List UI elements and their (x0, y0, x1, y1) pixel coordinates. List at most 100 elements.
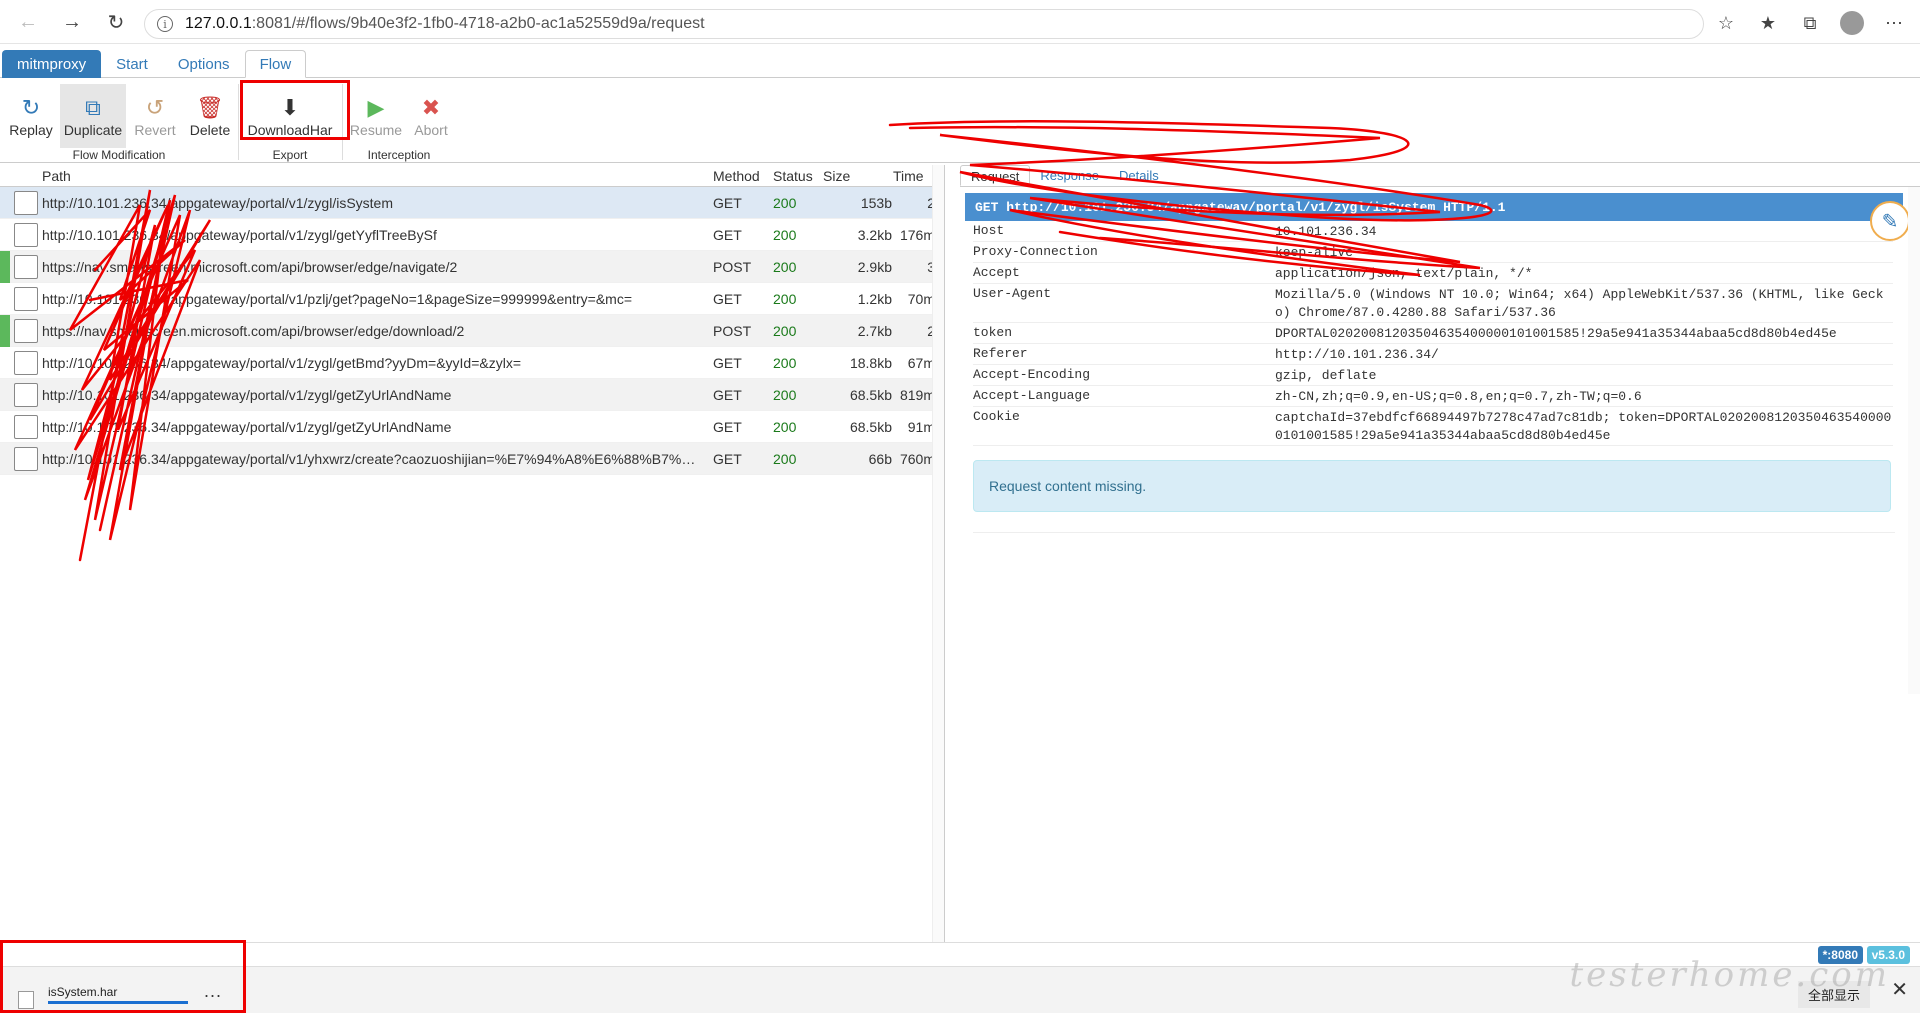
header-row: token DPORTAL0202008120350463540000010100… (973, 323, 1893, 344)
flow-method: GET (713, 387, 742, 403)
table-row[interactable]: http://10.101.236.34/appgateway/portal/v… (0, 283, 944, 315)
favorites-icon[interactable]: ★ (1752, 7, 1784, 39)
column-size[interactable]: Size (823, 168, 850, 184)
flow-detail: Request Response Details GET http://10.1… (960, 165, 1920, 942)
flow-method: GET (713, 451, 742, 467)
replay-button[interactable]: ↻ Replay (4, 84, 58, 148)
flow-method: GET (713, 419, 742, 435)
table-row[interactable]: https://nav.smartscreen.microsoft.com/ap… (0, 315, 944, 347)
flow-status: 200 (773, 259, 797, 275)
header-name: Cookie (973, 409, 1020, 424)
play-icon: ▶ (367, 95, 385, 120)
header-name: Accept (973, 265, 1020, 280)
flow-size: 3.2kb (857, 227, 892, 243)
flow-size: 68.5kb (849, 387, 892, 403)
tab-options[interactable]: Options (163, 50, 245, 78)
group-label-export: Export (272, 148, 308, 162)
column-method[interactable]: Method (713, 168, 760, 184)
table-row[interactable]: http://10.101.236.34/appgateway/portal/v… (0, 219, 944, 251)
header-name: Accept-Language (973, 388, 1091, 403)
header-value: http://10.101.236.34/ (1275, 347, 1439, 362)
edit-button[interactable]: ✎ (1870, 201, 1910, 241)
delete-label: Delete (189, 122, 231, 138)
document-icon (14, 223, 38, 247)
close-download-bar-icon[interactable]: ✕ (1891, 977, 1908, 1002)
flow-method: GET (713, 227, 742, 243)
table-row[interactable]: http://10.101.236.34/appgateway/portal/v… (0, 347, 944, 379)
resume-button[interactable]: ▶ Resume (346, 84, 406, 148)
tab-start[interactable]: Start (101, 50, 163, 78)
collections-icon[interactable]: ⧉ (1794, 7, 1826, 39)
resume-label: Resume (349, 122, 403, 138)
header-row: Referer http://10.101.236.34/ (973, 344, 1893, 365)
duplicate-label: Duplicate (63, 122, 123, 138)
column-status[interactable]: Status (773, 168, 813, 184)
abort-button[interactable]: ✖ Abort (408, 84, 454, 148)
header-row: Host 10.101.236.34 (973, 221, 1893, 242)
request-line: GET http://10.101.236.34/appgateway/port… (965, 193, 1903, 221)
back-icon[interactable]: ← (8, 2, 48, 42)
header-name: Accept-Encoding (973, 367, 1091, 382)
flow-status: 200 (773, 227, 797, 243)
table-row[interactable]: http://10.101.236.34/appgateway/portal/v… (0, 443, 944, 475)
table-row[interactable]: http://10.101.236.34/appgateway/portal/v… (0, 379, 944, 411)
row-marker (0, 251, 10, 283)
header-value: DPORTAL02020081203504635400000101001585!… (1275, 326, 1837, 341)
header-value: 10.101.236.34 (1275, 224, 1377, 239)
info-icon[interactable]: i (157, 16, 173, 32)
reload-icon[interactable]: ↻ (96, 2, 136, 42)
header-row: Accept-Language zh-CN,zh;q=0.9,en-US;q=0.… (973, 386, 1893, 407)
group-label-interception: Interception (367, 148, 431, 162)
table-row[interactable]: http://10.101.236.34/appgateway/portal/v… (0, 187, 944, 219)
flow-path: http://10.101.236.34/appgateway/portal/v… (42, 227, 437, 243)
flow-status: 200 (773, 387, 797, 403)
header-row: Accept application/json, text/plain, */* (973, 263, 1893, 284)
replay-icon: ↻ (21, 95, 41, 120)
document-icon (14, 415, 38, 439)
tab-mitmproxy[interactable]: mitmproxy (2, 50, 102, 78)
favorite-star-icon[interactable]: ☆ (1710, 7, 1742, 39)
header-value: Mozilla/5.0 (Windows NT 10.0; Win64; x64… (1275, 287, 1884, 320)
header-name: token (973, 325, 1013, 340)
avatar (1840, 11, 1864, 35)
column-time[interactable]: Time (893, 168, 924, 184)
request-headers: Host 10.101.236.34 Proxy-Connection keep-al… (973, 221, 1893, 446)
address-bar[interactable]: i 127.0.0.1:8081/#/flows/9b40e3f2-1fb0-4… (144, 9, 1704, 39)
flow-status: 200 (773, 355, 797, 371)
document-icon (14, 447, 38, 471)
tab-details[interactable]: Details (1109, 165, 1169, 186)
detail-scrollbar[interactable] (1908, 187, 1920, 694)
profile-icon[interactable] (1836, 7, 1868, 39)
tab-flow[interactable]: Flow (244, 50, 307, 78)
header-row: Accept-Encoding gzip, deflate (973, 365, 1893, 386)
abort-label: Abort (414, 122, 448, 138)
url-rest: :8081/#/flows/9b40e3f2-1fb0-4718-a2b0-ac… (251, 15, 705, 32)
flow-table-header: Path Method Status Size Time (0, 165, 944, 187)
flow-path: https://nav.smartscreen.microsoft.com/ap… (42, 259, 458, 275)
content-missing-alert: Request content missing. (973, 460, 1891, 512)
table-row[interactable]: http://10.101.236.34/appgateway/portal/v… (0, 411, 944, 443)
delete-button[interactable]: 🗑 Delete (184, 84, 236, 148)
duplicate-button[interactable]: ⧉ Duplicate (60, 84, 126, 148)
table-row[interactable]: https://nav.smartscreen.microsoft.com/ap… (0, 251, 944, 283)
revert-button[interactable]: ↺ Revert (128, 84, 182, 148)
forward-icon[interactable]: → (52, 2, 92, 42)
header-value: application/json, text/plain, */* (1275, 266, 1533, 281)
flow-size: 1.2kb (857, 291, 892, 307)
document-icon (14, 255, 38, 279)
annotation-box-download-item (0, 940, 246, 1013)
header-row: Cookie captchaId=37ebdfcf66894497b7278c47… (973, 407, 1893, 446)
flow-size: 66b (868, 451, 892, 467)
header-value: gzip, deflate (1275, 368, 1377, 383)
flow-list-scrollbar[interactable] (932, 165, 944, 942)
duplicate-icon: ⧉ (85, 95, 101, 120)
flow-status: 200 (773, 419, 797, 435)
flow-path: https://nav.smartscreen.microsoft.com/ap… (42, 323, 465, 339)
document-icon (14, 287, 38, 311)
document-icon (14, 383, 38, 407)
tab-request[interactable]: Request (960, 165, 1031, 186)
tab-response[interactable]: Response (1030, 165, 1109, 186)
flow-path: http://10.101.236.34/appgateway/portal/v… (42, 387, 452, 403)
more-menu-icon[interactable]: ⋯ (1878, 7, 1910, 39)
column-path[interactable]: Path (42, 168, 71, 184)
